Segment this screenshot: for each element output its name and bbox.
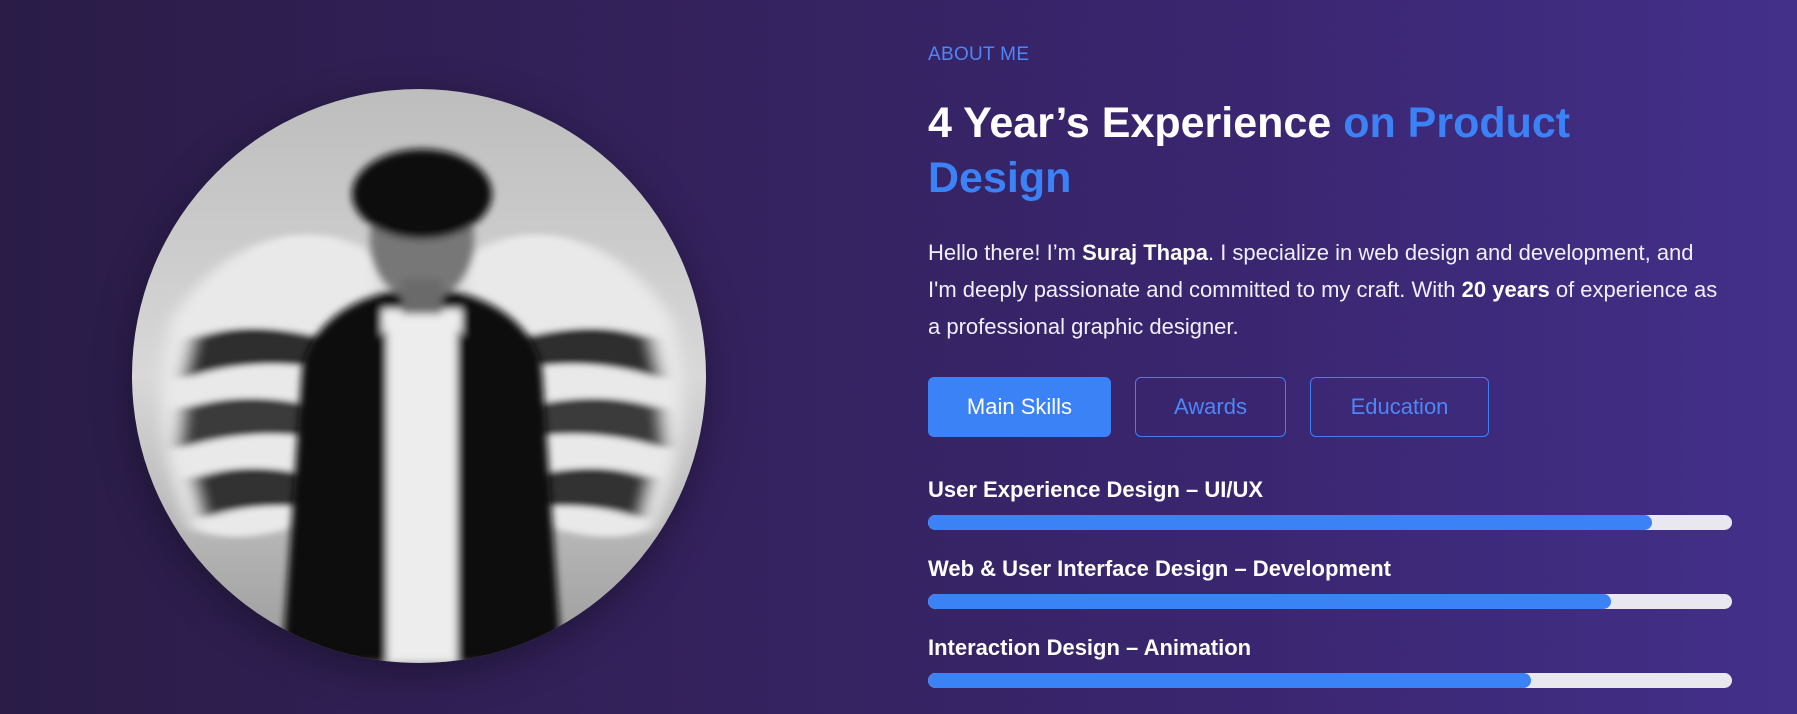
skill-progress-fill xyxy=(928,515,1652,530)
page-title: 4 Year’s Experience on Product Design xyxy=(928,96,1628,206)
skill-progress-fill xyxy=(928,594,1612,609)
skill-item: User Experience Design – UI/UX xyxy=(928,477,1748,530)
skill-progress-fill xyxy=(928,673,1531,688)
skill-item: Interaction Design – Animation xyxy=(928,635,1748,688)
skills-tabs: Main Skills Awards Education xyxy=(928,377,1748,437)
tab-education[interactable]: Education xyxy=(1310,377,1489,437)
skill-label: User Experience Design – UI/UX xyxy=(928,477,1264,502)
skill-progress-track xyxy=(928,594,1732,609)
tab-awards[interactable]: Awards xyxy=(1135,377,1286,437)
skill-label: Web & User Interface Design – Developmen… xyxy=(928,556,1391,581)
profile-photo xyxy=(132,89,706,663)
about-section: ABOUT ME 4 Year’s Experience on Product … xyxy=(928,40,1748,714)
skill-label: Interaction Design – Animation xyxy=(928,635,1252,660)
skills-list: User Experience Design – UI/UX Web & Use… xyxy=(928,477,1748,688)
headline-main: 4 Year’s Experience xyxy=(928,99,1344,147)
intro-prefix: Hello there! I’m xyxy=(928,240,1083,265)
section-eyebrow: ABOUT ME xyxy=(928,44,1030,65)
intro-paragraph: Hello there! I’m Suraj Thapa. I speciali… xyxy=(928,234,1728,345)
skill-item: Web & User Interface Design – Developmen… xyxy=(928,556,1748,609)
skill-progress-track xyxy=(928,515,1732,530)
intro-years: 20 years xyxy=(1461,277,1550,302)
skill-progress-track xyxy=(928,673,1732,688)
tab-main-skills[interactable]: Main Skills xyxy=(928,377,1111,437)
intro-name: Suraj Thapa xyxy=(1082,240,1208,265)
portrait-photo-icon xyxy=(132,89,706,663)
